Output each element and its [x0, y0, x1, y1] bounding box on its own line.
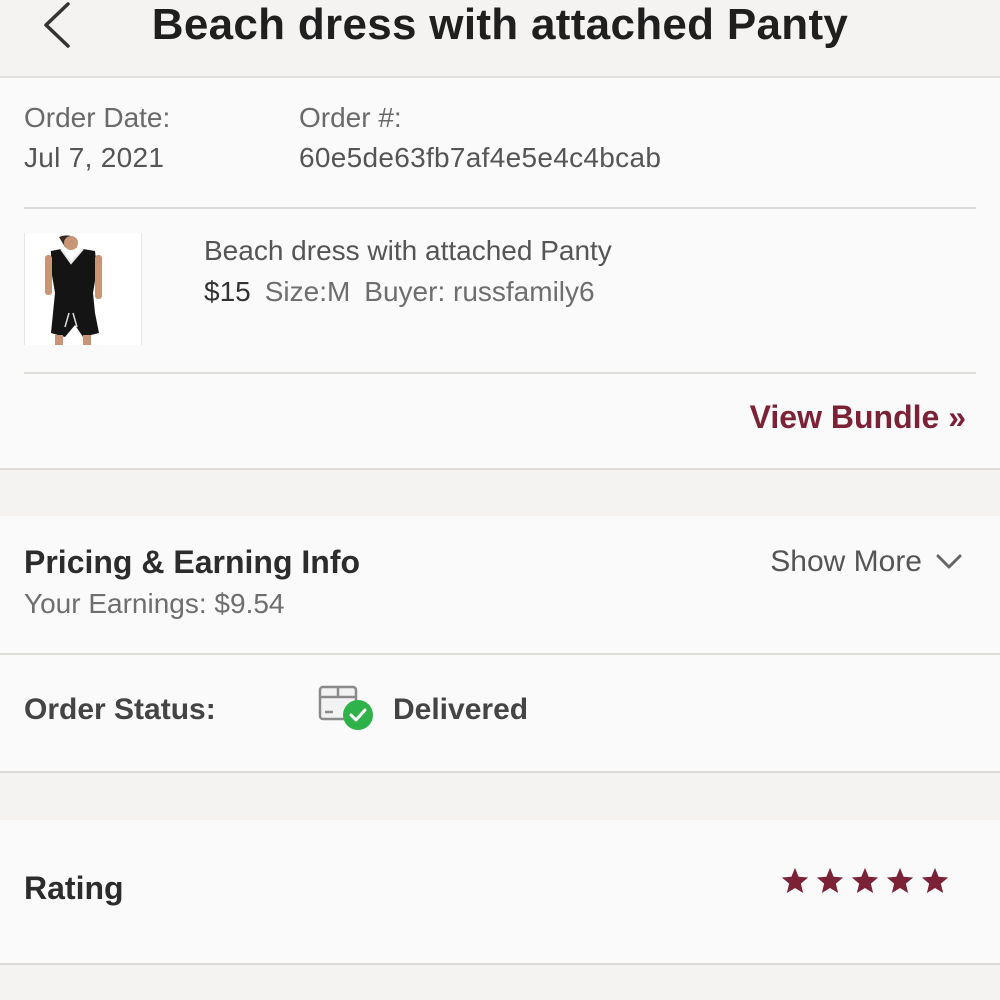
delivered-box-check-icon [318, 685, 373, 730]
divider [24, 372, 976, 374]
star-icon [886, 867, 914, 893]
star-icon [816, 867, 844, 893]
order-status-value: Delivered [393, 693, 529, 726]
item-details: $15 Size:M Buyer: russfamily6 [204, 276, 609, 308]
view-bundle-link[interactable]: View Bundle » [750, 399, 966, 436]
order-number-label: Order #: [299, 102, 402, 133]
item-price: $15 [204, 276, 251, 307]
order-date-value: Jul 7, 2021 [24, 142, 165, 173]
earnings-text: Your Earnings: $9.54 [24, 588, 285, 619]
pricing-card[interactable]: Pricing & Earning Info Your Earnings: $9… [0, 516, 1000, 655]
order-number-value: 60e5de63fb7af4e5e4c4bcab [299, 142, 662, 173]
page-title: Beach dress with attached Panty [151, 0, 849, 49]
show-more-button[interactable]: Show More [770, 545, 962, 579]
order-card: Order Date: Jul 7, 2021 Order #: 60e5de6… [0, 78, 1000, 470]
item-thumbnail[interactable] [24, 233, 142, 345]
divider [24, 207, 976, 209]
star-icon [921, 867, 949, 893]
top-bar: Beach dress with attached Panty [0, 0, 1000, 78]
rating-stars [780, 866, 950, 896]
order-status-label: Order Status: [24, 693, 216, 726]
star-icon [781, 867, 809, 893]
rating-label: Rating [24, 870, 124, 906]
chevron-down-icon [936, 554, 962, 569]
item-buyer: Buyer: russfamily6 [364, 276, 595, 307]
order-date-label: Order Date: [24, 102, 171, 133]
pricing-title: Pricing & Earning Info [24, 544, 361, 580]
show-more-label: Show More [770, 545, 922, 578]
order-status-card: Order Status: Delivered [0, 655, 1000, 773]
item-size: Size:M [264, 276, 351, 307]
rating-card: Rating [0, 820, 1000, 965]
item-title[interactable]: Beach dress with attached Panty [204, 235, 612, 267]
star-icon [851, 867, 879, 893]
black-romper-image [25, 233, 141, 345]
